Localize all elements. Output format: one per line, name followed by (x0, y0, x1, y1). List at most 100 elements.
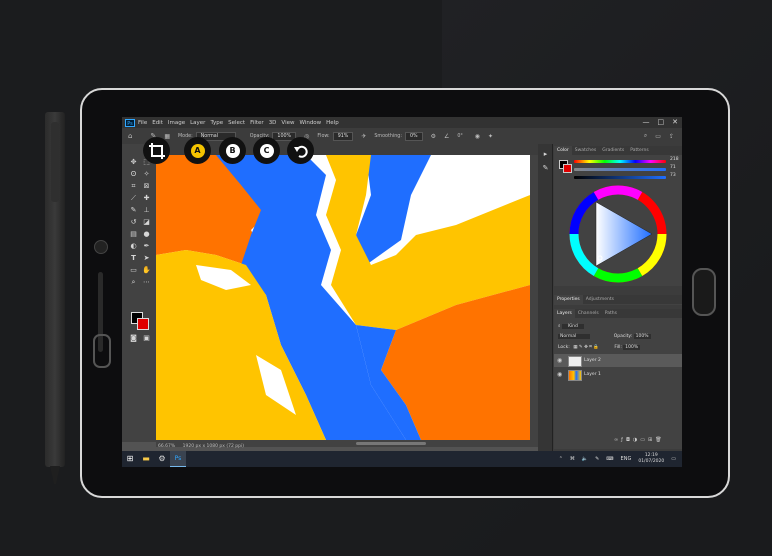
stamp-tool-icon[interactable]: ⊥ (142, 206, 151, 215)
symmetry-icon[interactable]: ✦ (488, 133, 493, 140)
type-tool-icon[interactable]: T (129, 254, 138, 263)
layer-row-layer-2[interactable]: ◉ Layer 2 (554, 354, 682, 367)
eyedropper-tool-icon[interactable]: ⟋ (129, 194, 138, 203)
path-select-tool-icon[interactable]: ➤ (142, 254, 151, 263)
angle-icon[interactable]: ∠ (444, 133, 449, 140)
angle-value[interactable]: 0° (457, 134, 462, 139)
volume-icon[interactable]: 🔈 (582, 456, 588, 462)
menu-layer[interactable]: Layer (190, 120, 205, 126)
c-quick-button[interactable]: C (253, 137, 280, 164)
pen-tool-icon[interactable]: ✒ (142, 242, 151, 251)
a-quick-button[interactable]: A (184, 137, 211, 164)
smoothing-field[interactable]: 0% (404, 131, 423, 141)
language-indicator[interactable]: ENG (621, 456, 632, 462)
minimize-button[interactable]: — (643, 118, 650, 126)
zoom-tool-icon[interactable]: ⌕ (129, 278, 138, 287)
b-quick-button[interactable]: B (219, 137, 246, 164)
smoothing-settings-icon[interactable]: ⚙ (431, 133, 436, 140)
menu-file[interactable]: File (138, 120, 147, 126)
pen-icon[interactable]: ✎ (595, 456, 599, 462)
panel-bg-swatch[interactable] (563, 164, 572, 173)
lock-icons[interactable]: ▦ ✎ ✥ ⌗ 🔒 (573, 345, 599, 350)
blur-tool-icon[interactable]: ● (142, 230, 151, 239)
crop-quick-button[interactable] (143, 137, 170, 164)
more-tools-icon[interactable]: ⋯ (142, 278, 151, 287)
tab-color[interactable]: Color (554, 146, 572, 155)
menu-3d[interactable]: 3D (269, 120, 277, 126)
group-icon[interactable]: ▭ (640, 437, 648, 443)
history-panel-icon[interactable]: ▸ (541, 150, 550, 159)
tray-chevron-icon[interactable]: ⌃ (559, 456, 563, 462)
tab-swatches[interactable]: Swatches (572, 146, 600, 155)
menu-edit[interactable]: Edit (152, 120, 163, 126)
tab-channels[interactable]: Channels (575, 309, 602, 318)
zoom-status[interactable]: 66.67% (158, 444, 175, 449)
saturation-value[interactable]: 71 (670, 165, 676, 170)
gear-icon[interactable]: ⚙ (154, 451, 170, 467)
clock[interactable]: 12:19 01/07/2020 (638, 453, 664, 465)
share-icon[interactable]: ⇪ (669, 133, 674, 140)
mask-icon[interactable]: ◘ (626, 437, 633, 443)
crop-tool-icon[interactable]: ⌗ (129, 182, 138, 191)
layer-opacity-field[interactable]: 100% (633, 334, 651, 339)
menu-help[interactable]: Help (326, 120, 339, 126)
brush-settings-icon[interactable]: ▦ (164, 133, 170, 140)
workspace-icon[interactable]: ▭ (655, 133, 661, 140)
tab-paths[interactable]: Paths (602, 309, 620, 318)
blend-mode-select[interactable]: Normal (558, 334, 591, 339)
search-icon[interactable]: ⌕ (644, 132, 647, 140)
tab-gradients[interactable]: Gradients (599, 146, 627, 155)
brush-panel-icon[interactable]: ✎ (541, 164, 550, 173)
windows-icon[interactable]: ⊞ (122, 451, 138, 467)
pressure-size-icon[interactable]: ◉ (475, 133, 480, 140)
frame-tool-icon[interactable]: ⊠ (142, 182, 151, 191)
brightness-slider[interactable] (574, 176, 666, 179)
maximize-button[interactable]: □ (658, 118, 665, 126)
menu-window[interactable]: Window (299, 120, 321, 126)
network-icon[interactable]: ⌘ (570, 456, 575, 462)
menu-select[interactable]: Select (228, 120, 245, 126)
home-icon[interactable]: ⌂ (128, 132, 132, 140)
tablet-right-button[interactable] (692, 268, 716, 316)
document-tab[interactable] (156, 144, 538, 155)
undo-quick-button[interactable] (287, 137, 314, 164)
hand-tool-icon[interactable]: ✋ (142, 266, 151, 275)
brush-tool-icon[interactable]: ✎ (129, 206, 138, 215)
visibility-eye-icon[interactable]: ◉ (557, 354, 562, 367)
gradient-tool-icon[interactable]: ▤ (129, 230, 138, 239)
quick-mask-icon[interactable]: ◙ (129, 334, 138, 343)
brightness-value[interactable]: 73 (670, 173, 676, 178)
hue-value[interactable]: 218 (670, 157, 679, 162)
keyboard-icon[interactable]: ⌨ (606, 456, 613, 462)
layer-row-layer-1[interactable]: ◉ Layer 1 (554, 368, 682, 381)
layer-name[interactable]: Layer 2 (584, 354, 601, 367)
saturation-slider[interactable] (574, 168, 666, 171)
screen-mode-icon[interactable]: ▣ (142, 334, 151, 343)
menu-view[interactable]: View (281, 120, 294, 126)
dodge-tool-icon[interactable]: ◐ (129, 242, 138, 251)
flow-field[interactable]: 91% (332, 131, 354, 141)
fill-field[interactable]: 100% (623, 345, 641, 350)
kind-filter[interactable]: Kind (561, 324, 584, 329)
lasso-tool-icon[interactable]: ʘ (129, 170, 138, 179)
close-button[interactable]: ✕ (672, 118, 678, 126)
menu-type[interactable]: Type (210, 120, 223, 126)
menu-image[interactable]: Image (168, 120, 185, 126)
healing-tool-icon[interactable]: ✚ (142, 194, 151, 203)
eraser-tool-icon[interactable]: ◪ (142, 218, 151, 227)
tab-properties[interactable]: Properties (554, 295, 583, 304)
quick-select-tool-icon[interactable]: ✧ (142, 170, 151, 179)
tab-patterns[interactable]: Patterns (627, 146, 652, 155)
shape-tool-icon[interactable]: ▭ (129, 266, 138, 275)
hue-slider[interactable] (574, 160, 666, 163)
color-wheel[interactable] (568, 184, 668, 284)
tab-adjustments[interactable]: Adjustments (583, 295, 617, 304)
notification-icon[interactable]: ▭ (671, 456, 676, 462)
visibility-eye-icon[interactable]: ◉ (557, 368, 562, 381)
airbrush-icon[interactable]: ✈ (361, 133, 366, 140)
folder-icon[interactable]: ▬ (138, 451, 154, 467)
background-color-swatch[interactable] (137, 318, 149, 330)
document-canvas[interactable] (156, 155, 530, 440)
tab-layers[interactable]: Layers (554, 309, 575, 318)
photoshop-app-icon[interactable]: Ps (125, 118, 135, 127)
